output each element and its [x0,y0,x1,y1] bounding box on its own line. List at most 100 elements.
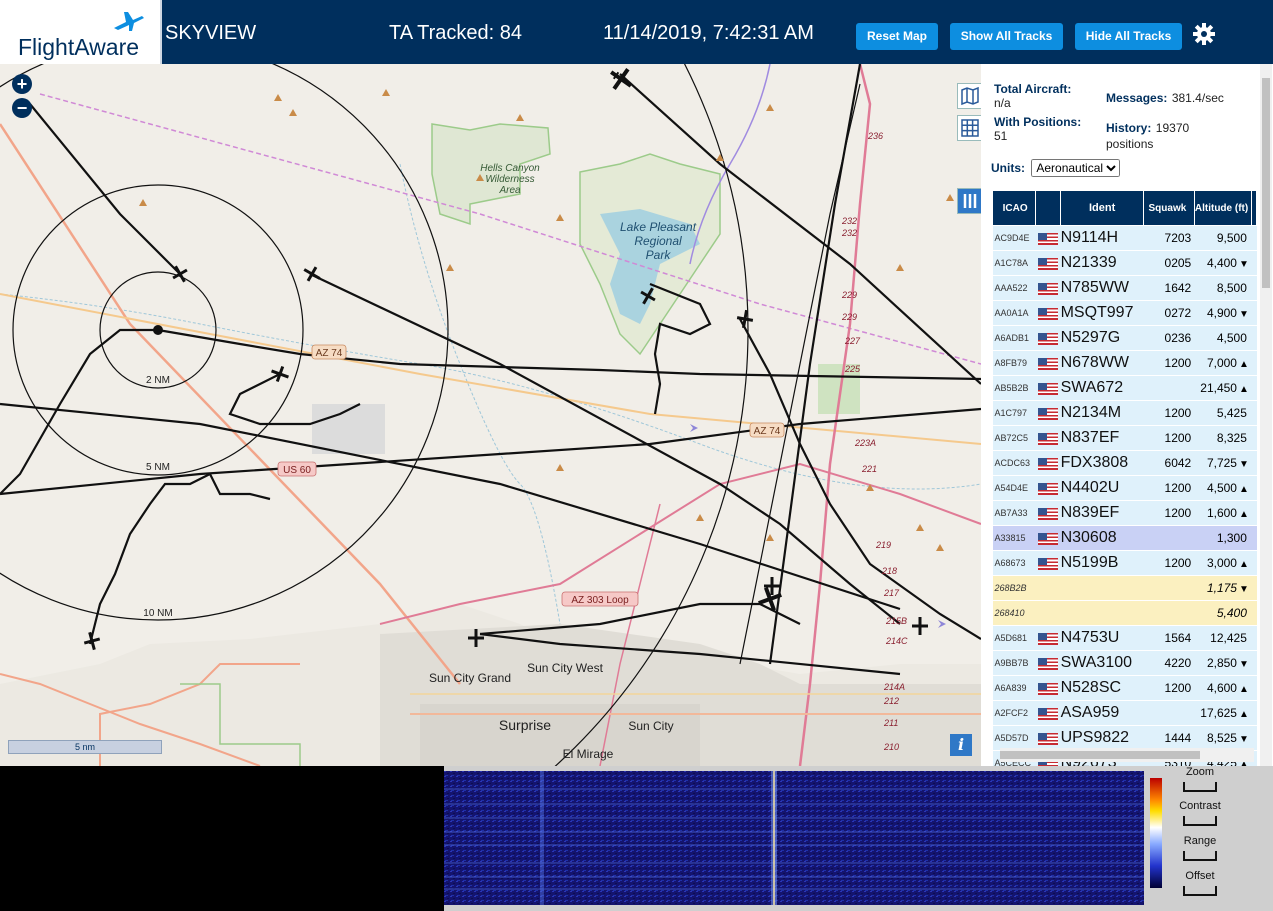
cell-squawk [1143,600,1195,626]
zoom-in-button[interactable]: + [12,74,32,94]
map-view[interactable]: 2 NM 5 NM 10 NM AZ 74 AZ 74 US 60 AZ 303… [0,64,981,766]
cell-ident: FDX3808 [1060,450,1144,476]
flightaware-logo[interactable]: FlightAware [0,0,162,64]
aircraft-row[interactable]: AB5B2B SWA672 21,450 ▲ [992,375,1257,401]
horizontal-scroll-thumb[interactable] [1000,751,1200,759]
cell-icao: A5D57D [992,725,1036,751]
altitude-value: 9,500 [1216,231,1247,245]
ring-label-10nm: 10 NM [143,608,172,619]
cell-altitude: 8,525 ▼ [1194,725,1252,751]
aircraft-row[interactable]: AC9D4E N9114H 7203 9,500 [992,225,1257,251]
aircraft-row[interactable]: AB7A33 N839EF 1200 1,600 ▲ [992,500,1257,526]
aircraft-row[interactable]: A33815 N30608 1,300 [992,525,1257,551]
cell-extra [1251,275,1257,301]
cell-altitude: 1,300 [1194,525,1252,551]
info-button[interactable]: i [950,734,972,756]
waterfall-display[interactable] [444,771,1144,905]
aircraft-row[interactable]: A54D4E N4402U 1200 4,500 ▲ [992,475,1257,501]
col-header-altitude[interactable]: Altitude (ft) [1193,190,1253,226]
cell-altitude: 1,175 ▼ [1194,575,1252,601]
cell-icao: A8FB79 [992,350,1036,376]
aircraft-row[interactable]: ACDC63 FDX3808 6042 7,725 ▼ [992,450,1257,476]
aircraft-row[interactable]: A9BB7B SWA3100 4220 2,850 ▼ [992,650,1257,676]
aircraft-row[interactable]: A6A839 N528SC 1200 4,600 ▲ [992,675,1257,701]
aircraft-row[interactable]: AB72C5 N837EF 1200 8,325 [992,425,1257,451]
col-header-icao[interactable]: ICAO [991,190,1037,226]
vertical-scrollbar[interactable] [1260,64,1272,766]
cell-squawk: 1200 [1143,550,1195,576]
cell-icao: AAA522 [992,275,1036,301]
map-grid-button[interactable] [957,115,981,141]
contrast-slider[interactable] [1183,816,1217,826]
cell-altitude: 9,500 [1194,225,1252,251]
zoom-slider[interactable] [1183,782,1217,792]
altitude-value: 4,500 [1216,331,1247,345]
cell-icao: 268B2B [992,575,1036,601]
col-header-extra[interactable] [1251,190,1257,226]
col-header-ident[interactable]: Ident [1060,190,1145,226]
reset-map-button[interactable]: Reset Map [856,23,938,50]
cell-ident: N9114H [1060,225,1144,251]
aircraft-row[interactable]: A68673 N5199B 1200 3,000 ▲ [992,550,1257,576]
offset-slider[interactable] [1183,886,1217,896]
aircraft-row[interactable]: A8FB79 N678WW 1200 7,000 ▲ [992,350,1257,376]
cell-extra [1251,425,1257,451]
aircraft-row[interactable]: 268B2B 1,175 ▼ [992,575,1257,601]
history-unit: positions [1106,137,1154,151]
aircraft-sidebar: Total Aircraft: n/a With Positions: 51 M… [981,64,1273,766]
range-slider[interactable] [1183,851,1217,861]
with-positions-label: With Positions: [994,115,1082,129]
column-toggle-button[interactable] [957,188,981,214]
road-label-az303: AZ 303 Loop [571,595,629,606]
aircraft-row[interactable]: AA0A1A MSQT997 0272 4,900 ▼ [992,300,1257,326]
altitude-value: 3,000 [1206,556,1237,570]
units-select[interactable]: Aeronautical [1031,159,1121,177]
aircraft-row[interactable]: AAA522 N785WW 1642 8,500 [992,275,1257,301]
cell-icao: AB7A33 [992,500,1036,526]
altitude-value: 1,600 [1206,506,1237,520]
cell-altitude: 3,000 ▲ [1194,550,1252,576]
cell-flag [1035,275,1061,301]
place-sun-city-grand: Sun City Grand [429,671,511,685]
settings-gear-icon[interactable] [1192,22,1216,46]
aircraft-row[interactable]: A2FCF2 ASA959 17,625 ▲ [992,700,1257,726]
map-layers-button[interactable] [957,83,981,109]
show-all-tracks-button[interactable]: Show All Tracks [950,23,1063,50]
us-flag-icon [1037,732,1058,745]
exit-225: 225 [844,364,861,374]
cell-flag [1035,525,1061,551]
map-scale-bar: 5 nm [8,740,162,754]
horizontal-scrollbar[interactable] [1000,748,1254,762]
altitude-trend-icon: ▼ [1238,459,1249,470]
place-el-mirage: El Mirage [563,747,614,761]
col-header-flag[interactable] [1035,190,1062,226]
zoom-control-label: Zoom [1185,766,1215,778]
offset-control-label: Offset [1185,870,1215,882]
cell-altitude: 8,325 [1194,425,1252,451]
map-canvas[interactable]: 2 NM 5 NM 10 NM AZ 74 AZ 74 US 60 AZ 303… [0,64,981,766]
aircraft-row[interactable]: A1C797 N2134M 1200 5,425 [992,400,1257,426]
aircraft-row[interactable]: A6ADB1 N5297G 0236 4,500 [992,325,1257,351]
cell-icao: A6ADB1 [992,325,1036,351]
exit-232a: 232 [841,216,857,226]
aircraft-row[interactable]: A5D681 N4753U 1564 12,425 [992,625,1257,651]
cell-squawk: 7203 [1143,225,1195,251]
cell-flag [1035,300,1061,326]
cell-squawk [1143,375,1195,401]
cell-flag [1035,650,1061,676]
col-header-squawk[interactable]: Squawk [1143,190,1195,226]
cell-icao: A6A839 [992,675,1036,701]
aircraft-row[interactable]: 268410 5,400 [992,600,1257,626]
vertical-scroll-thumb[interactable] [1262,78,1270,288]
zoom-out-button[interactable]: − [12,98,32,118]
cell-icao: A1C797 [992,400,1036,426]
aircraft-row[interactable]: A1C78A N21339 0205 4,400 ▼ [992,250,1257,276]
cell-extra [1251,450,1257,476]
cell-altitude: 4,600 ▲ [1194,675,1252,701]
hide-all-tracks-button[interactable]: Hide All Tracks [1075,23,1182,50]
logo-plane-icon [114,12,144,31]
exit-215b: 215B [885,616,907,626]
us-flag-icon [1037,307,1058,320]
aircraft-row[interactable]: A5D57D UPS9822 1444 8,525 ▼ [992,725,1257,751]
us-flag-icon [1037,432,1058,445]
